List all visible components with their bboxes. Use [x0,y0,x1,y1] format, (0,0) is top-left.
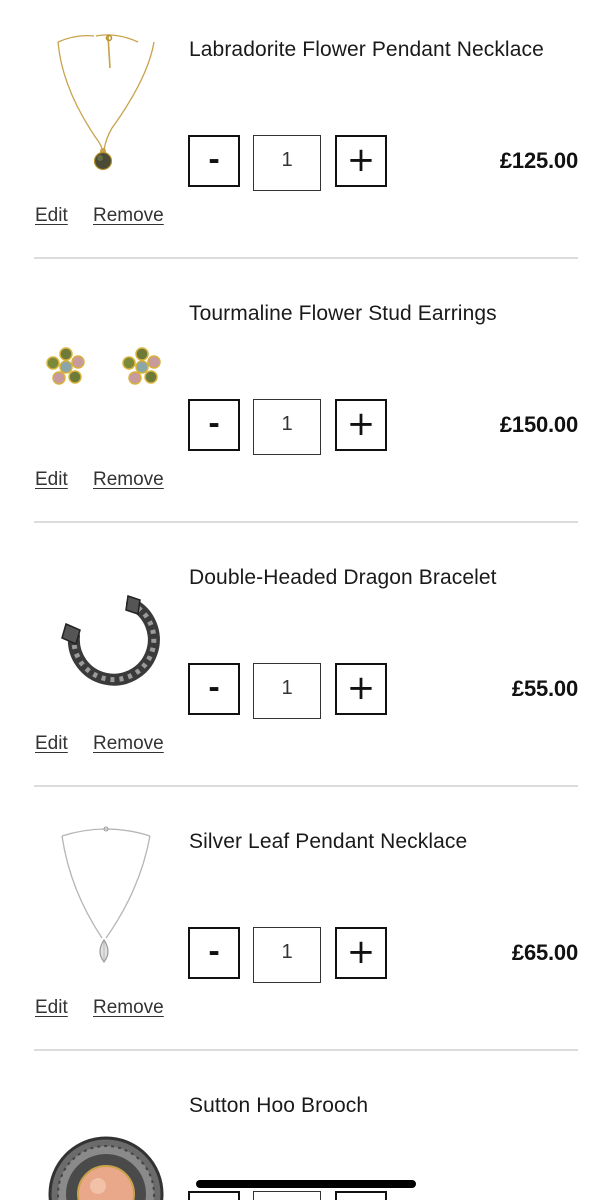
product-name[interactable]: Tourmaline Flower Stud Earrings [189,302,497,326]
cart-item: Double-Headed Dragon Bracelet - + £55.00… [0,528,612,792]
quantity-input[interactable] [253,399,321,455]
quantity-input[interactable] [253,135,321,191]
decrease-quantity-button[interactable]: - [188,399,240,451]
divider [34,257,578,259]
product-name[interactable]: Silver Leaf Pendant Necklace [189,830,467,854]
product-name[interactable]: Labradorite Flower Pendant Necklace [189,38,544,62]
quantity-input[interactable] [253,663,321,719]
item-price: £65.00 [511,940,578,965]
edit-link[interactable]: Edit [35,469,68,491]
cart-item: Sutton Hoo Brooch - + [0,1056,612,1200]
remove-link[interactable]: Remove [93,205,164,227]
quantity-input[interactable] [253,927,321,983]
remove-link[interactable]: Remove [93,997,164,1019]
increase-quantity-button[interactable]: + [335,399,387,451]
edit-link[interactable]: Edit [35,733,68,755]
cart-item: Silver Leaf Pendant Necklace - + £65.00 … [0,792,612,1056]
divider [34,521,578,523]
plus-icon: + [346,931,376,972]
divider [34,1049,578,1051]
cart-item: Labradorite Flower Pendant Necklace - + … [0,0,612,264]
increase-quantity-button[interactable]: + [335,663,387,715]
leaf-pendant-necklace-icon[interactable] [36,820,176,970]
edit-link[interactable]: Edit [35,205,68,227]
plus-icon: + [346,139,376,180]
remove-link[interactable]: Remove [93,469,164,491]
minus-icon: - [208,142,220,176]
decrease-quantity-button[interactable]: - [188,1191,240,1200]
edit-link[interactable]: Edit [35,997,68,1019]
cart-item: Tourmaline Flower Stud Earrings - + £150… [0,264,612,528]
minus-icon: - [208,934,220,968]
quantity-input[interactable] [253,1191,321,1200]
increase-quantity-button[interactable]: + [335,135,387,187]
increase-quantity-button[interactable]: + [335,1191,387,1200]
product-name[interactable]: Double-Headed Dragon Bracelet [189,566,497,590]
increase-quantity-button[interactable]: + [335,927,387,979]
decrease-quantity-button[interactable]: - [188,135,240,187]
plus-icon: + [346,667,376,708]
minus-icon: - [208,406,220,440]
minus-icon: - [208,670,220,704]
home-indicator[interactable] [196,1180,416,1188]
product-name[interactable]: Sutton Hoo Brooch [189,1094,368,1118]
plus-icon: + [346,403,376,444]
item-price: £125.00 [499,148,578,173]
decrease-quantity-button[interactable]: - [188,927,240,979]
pendant-necklace-gold-icon[interactable] [36,28,176,178]
divider [34,785,578,787]
item-price: £55.00 [511,676,578,701]
decrease-quantity-button[interactable]: - [188,663,240,715]
flower-earrings-icon[interactable] [36,292,176,442]
brooch-icon[interactable] [36,1084,176,1200]
remove-link[interactable]: Remove [93,733,164,755]
item-price: £150.00 [499,412,578,437]
dragon-bracelet-icon[interactable] [36,556,176,706]
